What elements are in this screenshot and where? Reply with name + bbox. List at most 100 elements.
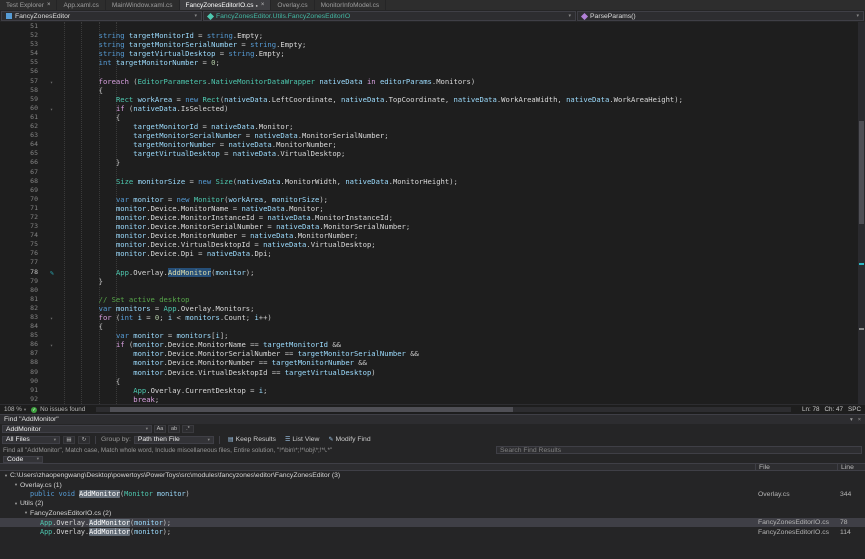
line-number[interactable]: 60 — [0, 104, 50, 113]
code-line-82[interactable]: 82 var monitors = App.Overlay.Monitors; — [0, 304, 865, 313]
code-line-71[interactable]: 71 monitor.Device.MonitorName = nativeDa… — [0, 204, 865, 213]
files-icon-button[interactable]: ▤ — [63, 436, 75, 444]
editor-margin[interactable] — [50, 186, 64, 195]
editor-margin[interactable] — [50, 177, 64, 186]
expanded-chevron-icon[interactable]: ▾ — [12, 482, 20, 488]
editor-margin[interactable] — [50, 368, 64, 377]
editor-horizontal-scrollbar[interactable] — [96, 407, 791, 412]
code-editor[interactable]: 5152 string targetMonitorId = string.Emp… — [0, 22, 865, 404]
tab-test-explorer[interactable]: Test Explorer× — [0, 0, 57, 10]
line-number[interactable]: 59 — [0, 95, 50, 104]
code-line-87[interactable]: 87 monitor.Device.MonitorSerialNumber ==… — [0, 349, 865, 358]
line-number[interactable]: 51 — [0, 22, 50, 31]
line-number[interactable]: 74 — [0, 231, 50, 240]
line-number[interactable]: 67 — [0, 168, 50, 177]
editor-margin[interactable] — [50, 322, 64, 331]
scrollbar-thumb[interactable] — [859, 121, 864, 224]
editor-margin[interactable]: ✎ — [50, 268, 64, 277]
editor-margin[interactable] — [50, 249, 64, 258]
code-line-80[interactable]: 80 — [0, 286, 865, 295]
editor-margin[interactable] — [50, 386, 64, 395]
expanded-chevron-icon[interactable]: ▾ — [2, 473, 10, 479]
refresh-button[interactable]: ↻ — [78, 436, 90, 444]
editor-margin[interactable] — [50, 31, 64, 40]
code-line-68[interactable]: 68 Size monitorSize = new Size(nativeDat… — [0, 177, 865, 186]
code-line-69[interactable]: 69 — [0, 186, 865, 195]
fold-chevron-icon[interactable]: ▾ — [50, 343, 53, 349]
line-number[interactable]: 52 — [0, 31, 50, 40]
match-case-button[interactable]: Aa — [154, 425, 166, 433]
code-line-74[interactable]: 74 monitor.Device.MonitorNumber = native… — [0, 231, 865, 240]
code-line-92[interactable]: 92 break; — [0, 395, 865, 404]
tab-app-xaml-cs[interactable]: App.xaml.cs — [57, 0, 105, 10]
code-line-59[interactable]: 59 Rect workArea = new Rect(nativeData.L… — [0, 95, 865, 104]
editor-margin[interactable] — [50, 22, 64, 31]
editor-margin[interactable] — [50, 158, 64, 167]
code-line-55[interactable]: 55 int targetMonitorNumber = 0; — [0, 58, 865, 67]
line-number[interactable]: 87 — [0, 349, 50, 358]
line-number[interactable]: 79 — [0, 277, 50, 286]
line-number[interactable]: 89 — [0, 368, 50, 377]
line-number[interactable]: 68 — [0, 177, 50, 186]
fold-chevron-icon[interactable]: ▾ — [50, 316, 53, 322]
project-dropdown[interactable]: FancyZonesEditor ▾ — [1, 11, 202, 21]
code-line-53[interactable]: 53 string targetMonitorSerialNumber = st… — [0, 40, 865, 49]
column-header-file[interactable]: File — [755, 464, 837, 471]
editor-margin[interactable] — [50, 349, 64, 358]
code-line-51[interactable]: 51 — [0, 22, 865, 31]
line-number[interactable]: 92 — [0, 395, 50, 404]
editor-margin[interactable] — [50, 168, 64, 177]
find-result-group[interactable]: ▾Overlay.cs (1) — [0, 480, 865, 489]
scrollbar-thumb[interactable] — [110, 407, 513, 412]
line-number[interactable]: 70 — [0, 195, 50, 204]
code-line-60[interactable]: 60▾ if (nativeData.IsSelected) — [0, 104, 865, 113]
line-number[interactable]: 54 — [0, 49, 50, 58]
code-line-81[interactable]: 81 // Set active desktop — [0, 295, 865, 304]
code-line-67[interactable]: 67 — [0, 168, 865, 177]
fold-chevron-icon[interactable]: ▾ — [50, 80, 53, 86]
code-line-62[interactable]: 62 targetMonitorId = nativeData.Monitor; — [0, 122, 865, 131]
editor-margin[interactable] — [50, 231, 64, 240]
editor-margin[interactable] — [50, 95, 64, 104]
code-line-79[interactable]: 79 } — [0, 277, 865, 286]
code-line-65[interactable]: 65 targetVirtualDesktop = nativeData.Vir… — [0, 149, 865, 158]
editor-margin[interactable] — [50, 258, 64, 267]
line-number[interactable]: 65 — [0, 149, 50, 158]
line-number[interactable]: 76 — [0, 249, 50, 258]
line-number[interactable]: 78 — [0, 268, 50, 277]
editor-margin[interactable] — [50, 195, 64, 204]
close-icon[interactable]: × — [858, 417, 861, 423]
column-header-line[interactable]: Line — [837, 464, 865, 471]
editor-margin[interactable]: ▾ — [50, 77, 64, 86]
editor-margin[interactable] — [50, 304, 64, 313]
search-find-results-input[interactable]: Search Find Results — [496, 446, 862, 454]
code-line-64[interactable]: 64 targetMonitorNumber = nativeData.Moni… — [0, 140, 865, 149]
line-number[interactable]: 86 — [0, 340, 50, 349]
line-number[interactable]: 85 — [0, 331, 50, 340]
line-number[interactable]: 80 — [0, 286, 50, 295]
line-number[interactable]: 64 — [0, 140, 50, 149]
keep-results-button[interactable]: ▤ Keep Results — [225, 435, 279, 444]
editor-margin[interactable] — [50, 58, 64, 67]
code-line-54[interactable]: 54 string targetVirtualDesktop = string.… — [0, 49, 865, 58]
line-number[interactable]: 82 — [0, 304, 50, 313]
code-line-75[interactable]: 75 monitor.Device.VirtualDesktopId = nat… — [0, 240, 865, 249]
member-dropdown[interactable]: ParseParams() ▾ — [577, 11, 864, 21]
code-line-90[interactable]: 90 { — [0, 377, 865, 386]
code-line-83[interactable]: 83▾ for (int i = 0; i < monitors.Count; … — [0, 313, 865, 322]
code-line-88[interactable]: 88 monitor.Device.MonitorNumber == targe… — [0, 358, 865, 367]
code-line-70[interactable]: 70 var monitor = new Monitor(workArea, m… — [0, 195, 865, 204]
code-line-61[interactable]: 61 { — [0, 113, 865, 122]
line-number[interactable]: 83 — [0, 313, 50, 322]
editor-margin[interactable] — [50, 204, 64, 213]
line-number[interactable]: 63 — [0, 131, 50, 140]
fold-chevron-icon[interactable]: ▾ — [50, 107, 53, 113]
line-number[interactable]: 58 — [0, 86, 50, 95]
file-scope-dropdown[interactable]: All Files ▾ — [2, 436, 60, 444]
code-line-52[interactable]: 52 string targetMonitorId = string.Empty… — [0, 31, 865, 40]
editor-margin[interactable] — [50, 122, 64, 131]
close-icon[interactable]: × — [261, 2, 265, 8]
editor-margin[interactable] — [50, 277, 64, 286]
line-number[interactable]: 81 — [0, 295, 50, 304]
expanded-chevron-icon[interactable]: ▾ — [22, 510, 30, 516]
